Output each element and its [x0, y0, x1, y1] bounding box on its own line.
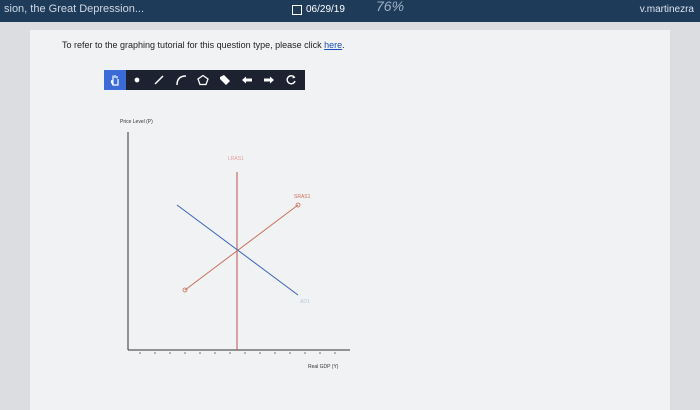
polygon-icon[interactable] — [192, 70, 214, 90]
battery-percent: 76% — [376, 0, 405, 14]
tutorial-link[interactable]: here — [324, 40, 342, 50]
course-title: sion, the Great Depression... — [4, 3, 145, 15]
instruction-end: . — [342, 40, 345, 50]
reset-icon[interactable] — [280, 70, 302, 90]
y-axis-label: Price Level (P) — [120, 119, 153, 125]
graph-toolbar — [104, 70, 305, 90]
calendar-icon — [292, 4, 302, 15]
sras-curve[interactable] — [184, 204, 299, 291]
instruction-text: To refer to the graphing tutorial for th… — [62, 40, 345, 50]
x-axis-ticks — [139, 352, 336, 354]
date-indicator: 06/29/19 — [292, 4, 345, 15]
point-icon[interactable] — [126, 70, 148, 90]
x-axis-label: Real GDP (Y) — [308, 364, 339, 370]
graph-area[interactable]: Price Level (P) Real GDP (Y) LRAS1 SRAS1… — [110, 110, 360, 380]
date-text: 06/29/19 — [306, 4, 345, 15]
sras-label: SRAS1 — [294, 194, 311, 200]
tag-icon[interactable] — [214, 70, 236, 90]
lras-label: LRAS1 — [228, 156, 244, 162]
curve-icon[interactable] — [170, 70, 192, 90]
line-icon[interactable] — [148, 70, 170, 90]
ad-label: AD1 — [300, 299, 310, 305]
undo-icon[interactable] — [236, 70, 258, 90]
instruction-body: To refer to the graphing tutorial for th… — [62, 40, 325, 50]
user-name[interactable]: v.martinezra — [640, 4, 694, 15]
top-bar: sion, the Great Depression... 06/29/19 7… — [0, 0, 700, 22]
hand-icon[interactable] — [104, 70, 126, 90]
redo-icon[interactable] — [258, 70, 280, 90]
